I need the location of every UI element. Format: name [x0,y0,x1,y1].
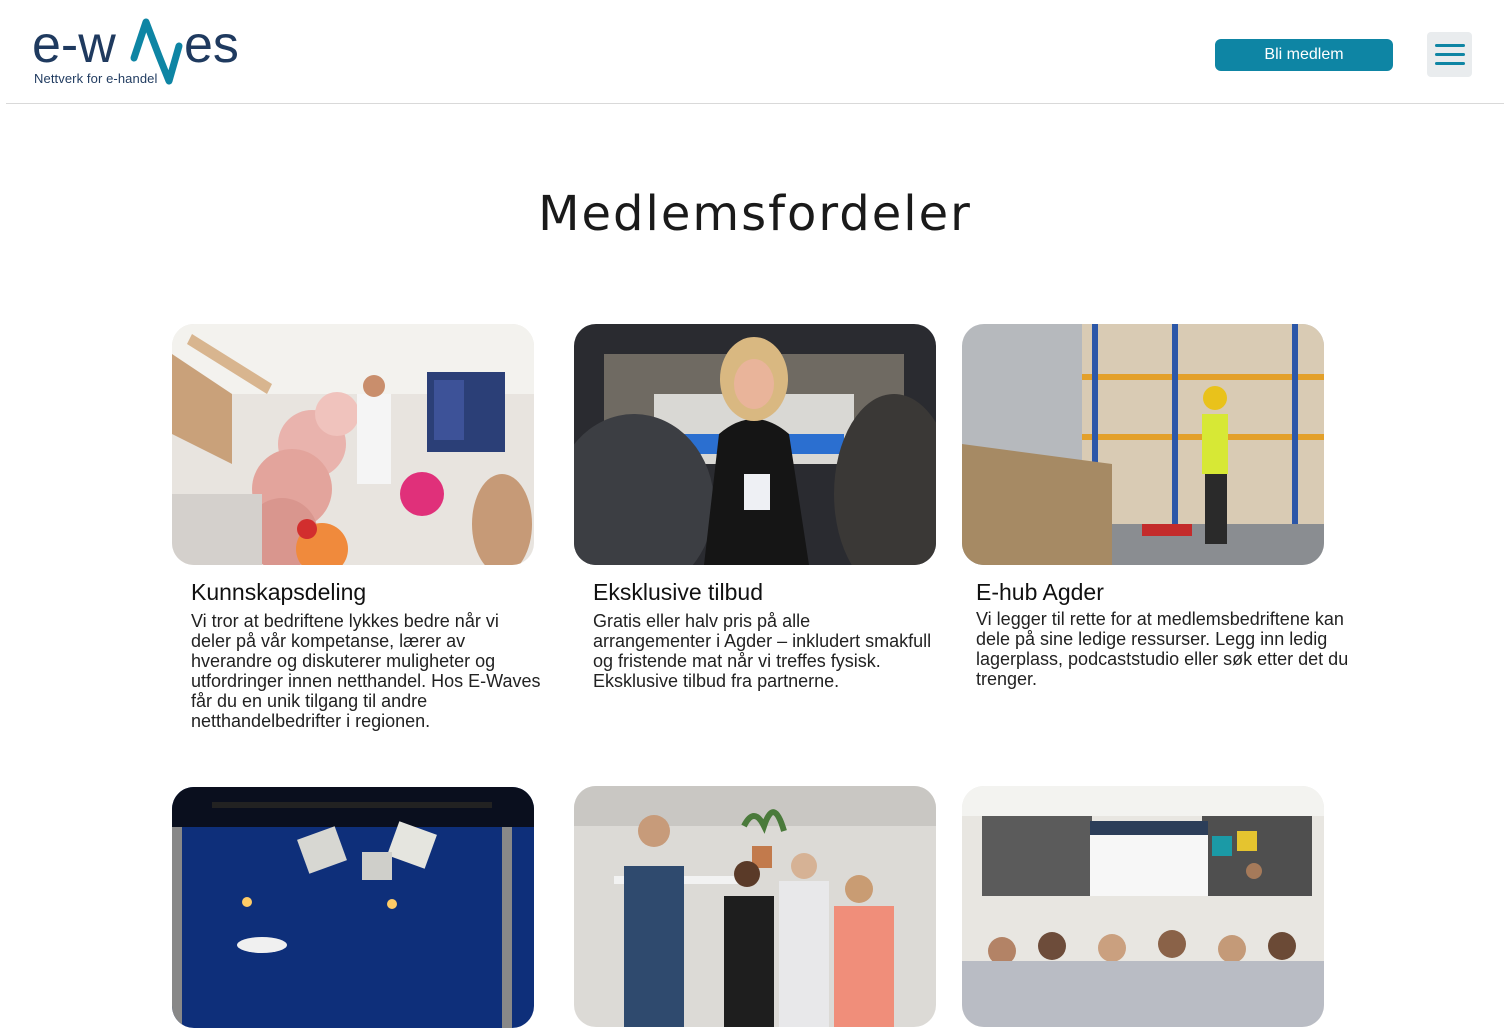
conference-speaker-photo [172,324,534,565]
menu-bar [1434,62,1465,65]
card-text: Vi tror at bedriftene lykkes bedre når v… [191,611,541,731]
menu-bar [1434,44,1465,47]
event-host-photo [574,324,936,565]
menu-bar [1434,53,1465,56]
e-waves-logo[interactable]: e-w es Nettverk for e-handel [32,14,262,90]
card-title: Eksklusive tilbud [593,579,764,605]
networking-group-photo [574,786,936,1027]
svg-text:e-w: e-w [32,16,116,74]
svg-text:es: es [184,16,239,74]
join-button[interactable]: Bli medlem [1215,39,1393,71]
stage-lights-photo [172,787,534,1028]
card-title: Kunnskapsdeling [191,579,367,605]
card-title: E-hub Agder [976,579,1104,605]
hamburger-menu-icon[interactable] [1427,32,1472,77]
seminar-audience-photo [962,786,1324,1027]
card-text: Vi legger til rette for at medlemsbedrif… [976,609,1349,689]
logo-tagline: Nettverk for e-handel [34,71,158,86]
card-text: Gratis eller halv pris på alle arrangeme… [593,611,932,691]
site-header: e-w es Nettverk for e-handel Bli medlem [6,0,1504,104]
page-title: Medlemsfordeler [538,186,972,242]
warehouse-photo [962,324,1324,565]
